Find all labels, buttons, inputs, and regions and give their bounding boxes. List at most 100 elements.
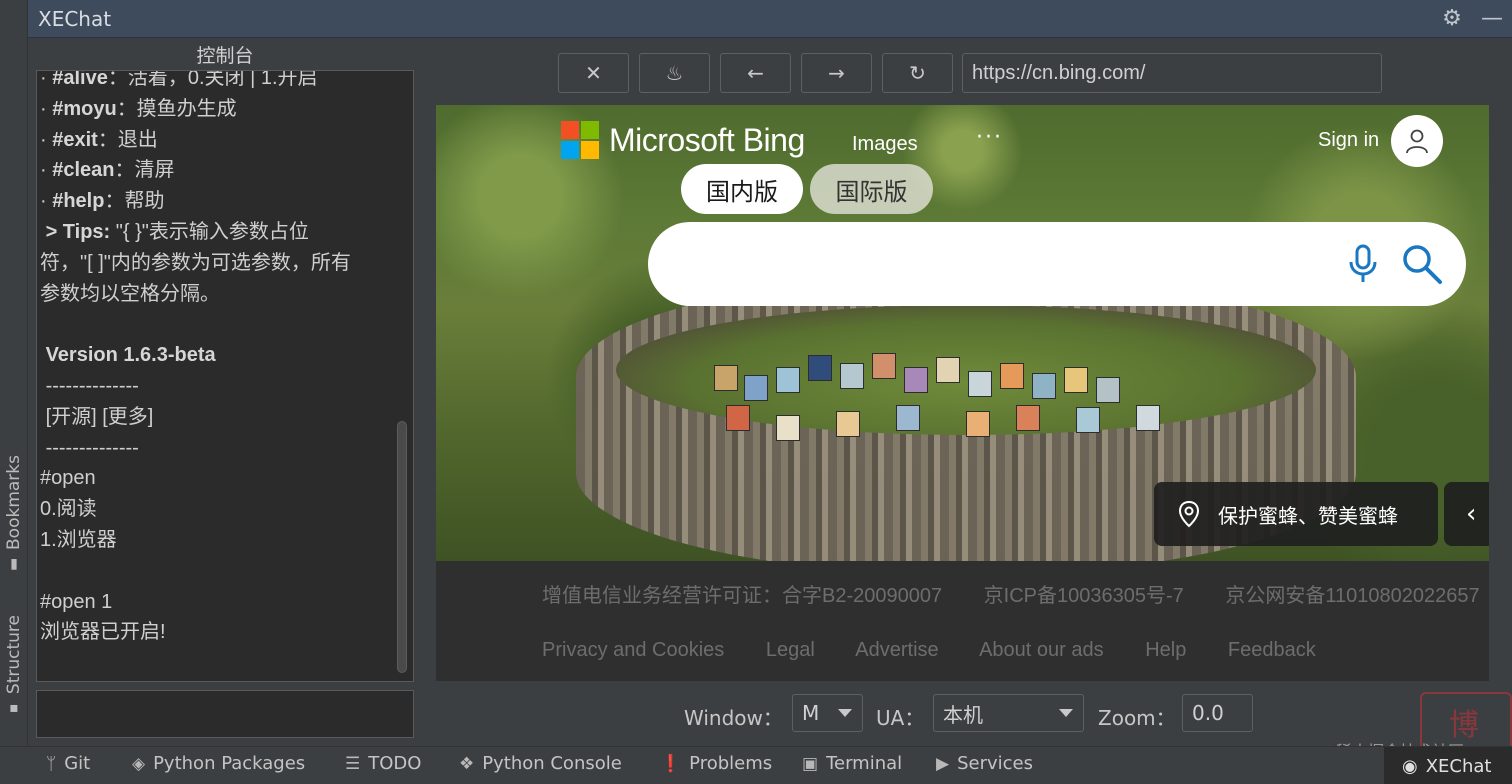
avatar[interactable] [1391,115,1443,167]
bing-footer: 增值电信业务经营许可证：合字B2-20090007 京ICP备10036305号… [436,561,1489,681]
refresh-button[interactable]: ↻ [882,53,953,93]
microsoft-logo-icon [561,121,599,159]
console-line: · #alive：活着，0.关闭 | 1.开启 [40,71,390,94]
problems-label: Problems [689,753,773,774]
privacy-link[interactable]: Privacy and Cookies [542,639,724,661]
command-name: #exit [52,128,98,151]
bing-logo[interactable]: Microsoft Bing [561,121,805,159]
bookmark-icon: ▮ [10,555,18,572]
ua-label: UA： [876,706,925,730]
ua-select[interactable]: 本机 [933,694,1084,732]
alert-icon: ❗ [660,753,682,774]
window-size-select[interactable]: M [792,694,863,732]
microphone-icon[interactable] [1346,244,1380,284]
police-record-text[interactable]: 京公网安备11010802022657 [1225,585,1479,607]
tips-line: > Tips: "{ }"表示输入参数占位 [40,217,390,248]
terminal-tab[interactable]: ▣ Terminal [802,753,902,774]
separator: -------------- [45,436,139,459]
back-arrow-icon: ← [747,61,764,85]
todo-tab[interactable]: ☰ TODO [345,753,421,774]
console-line: 浏览器已开启! [40,621,166,644]
beehive [714,365,738,391]
beehive [1076,407,1100,433]
window-label: Window： [684,706,783,730]
refresh-icon: ↻ [909,61,926,85]
chevron-down-icon [1059,709,1073,717]
zoom-input[interactable]: 0.0 [1182,694,1253,732]
python-console-label: Python Console [482,753,622,774]
python-packages-tab[interactable]: ◈ Python Packages [132,753,305,774]
close-browser-button[interactable]: ✕ [558,53,629,93]
play-circle-icon: ▶ [936,753,950,774]
caption-collapse-button[interactable]: ‹ [1444,482,1489,546]
structure-tab[interactable]: Structure ▪ [0,615,28,716]
python-console-tab[interactable]: ❖ Python Console [459,753,622,774]
help-link[interactable]: Help [1145,639,1186,661]
beehive [1064,367,1088,393]
tips-text: "{ }"表示输入参数占位 [115,220,309,243]
tab-domestic[interactable]: 国内版 [681,164,803,214]
git-label: Git [64,753,91,774]
console-line: · #clean：清屏 [40,159,175,182]
footer-links: Privacy and Cookies Legal Advertise Abou… [542,639,1352,662]
bookmarks-tab[interactable]: Bookmarks ▮ [0,455,28,572]
feedback-link[interactable]: Feedback [1228,639,1316,661]
legal-link[interactable]: Legal [766,639,815,661]
git-tab[interactable]: ᛘ Git [46,753,90,774]
open-source-more-links[interactable]: [开源] [更多] [46,406,154,428]
separator-line: -------------- [40,371,390,402]
services-tab[interactable]: ▶ Services [936,753,1033,774]
links-line[interactable]: [开源] [更多] [40,402,390,433]
license-row: 增值电信业务经营许可证：合字B2-20090007 京ICP备10036305号… [542,579,1489,608]
icp-text[interactable]: 京ICP备10036305号-7 [984,585,1184,607]
tool-window-title-bar: XEChat ⚙ — [28,0,1512,38]
beehive [776,415,800,441]
minimize-icon[interactable]: — [1472,6,1512,31]
console-scrollbar[interactable] [397,421,407,673]
beehive [968,371,992,397]
search-icon[interactable] [1400,242,1444,286]
git-branch-icon: ᛘ [46,753,57,774]
structure-icon: ▪ [9,700,19,717]
beehive [936,357,960,383]
gear-icon[interactable]: ⚙ [1432,6,1472,31]
sign-in-link[interactable]: Sign in [1318,129,1379,152]
console-line: · #moyu：摸鱼办生成 [40,97,237,120]
app-title: XEChat [38,6,112,31]
beehive [1000,363,1024,389]
beehive [896,405,920,431]
search-input[interactable] [678,242,1318,286]
command-desc: ：帮助 [104,190,165,213]
console-input[interactable] [36,690,414,738]
chevron-left-icon: ‹ [1466,499,1477,529]
command-desc: ：退出 [97,128,158,151]
images-link[interactable]: Images [852,133,918,156]
back-button[interactable]: ← [720,53,791,93]
tab-international[interactable]: 国际版 [810,164,933,214]
browser-webview[interactable]: Microsoft Bing Images ··· Sign in 国内版 国际… [436,105,1489,681]
bing-search-box[interactable] [648,222,1466,306]
console-line: · #exit：退出 [40,128,158,151]
license-text[interactable]: 增值电信业务经营许可证：合字B2-20090007 [542,585,942,607]
terminal-icon: ▣ [802,753,819,774]
problems-tab[interactable]: ❗ Problems [660,753,772,774]
python-icon: ❖ [459,753,475,774]
logo-square [581,121,599,139]
beehive [1096,377,1120,403]
beehive [836,411,860,437]
tips-label: > Tips: [45,220,111,243]
zoom-value: 0.0 [1192,701,1224,725]
beehive [904,367,928,393]
more-menu[interactable]: ··· [976,125,1003,150]
image-caption-card[interactable]: 保护蜜蜂、赞美蜜蜂 [1154,482,1438,546]
url-input[interactable]: https://cn.bing.com/ [962,53,1382,93]
coffee-button[interactable]: ♨ [639,53,710,93]
beehive [744,375,768,401]
ua-value: 本机 [943,702,983,727]
forward-button[interactable]: → [801,53,872,93]
advertise-link[interactable]: Advertise [855,639,938,661]
xechat-tab[interactable]: ◉ XEChat [1384,747,1512,784]
about-ads-link[interactable]: About our ads [979,639,1104,661]
console-output[interactable]: · #alive：活着，0.关闭 | 1.开启 · #moyu：摸鱼办生成 · … [36,70,414,682]
user-icon [1406,129,1428,154]
